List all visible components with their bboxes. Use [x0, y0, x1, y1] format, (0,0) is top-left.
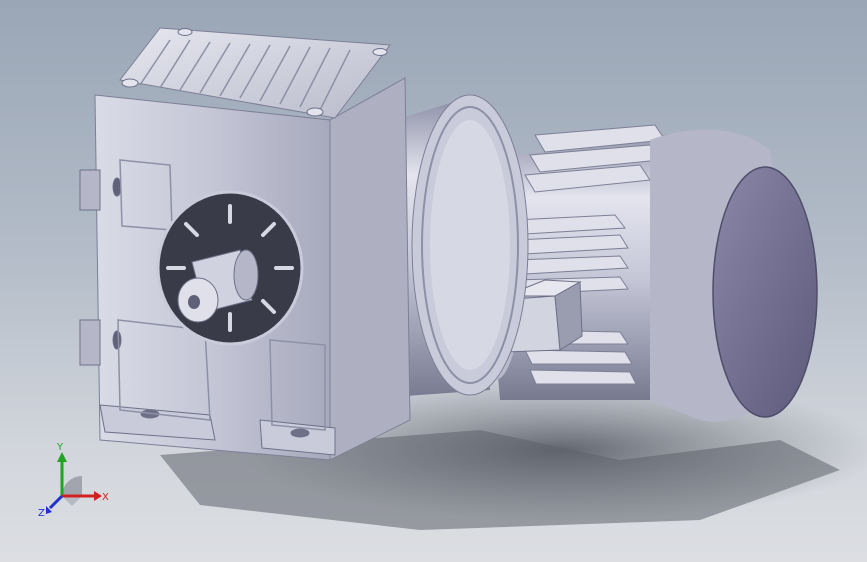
y-axis-arrow: [57, 452, 67, 462]
z-axis-label: Z: [38, 508, 45, 519]
y-axis-label: Y: [56, 442, 64, 453]
x-axis-label: X: [102, 492, 109, 503]
x-axis-arrow: [94, 491, 102, 501]
motor-end-cap[interactable]: [650, 129, 818, 422]
axis-triad: Y X Z: [38, 442, 109, 519]
cad-viewport[interactable]: Y X Z: [0, 0, 867, 562]
z-axis-line: [48, 494, 64, 510]
gear-motor-model[interactable]: [0, 0, 867, 562]
triad-orientation-sphere: [62, 476, 82, 506]
